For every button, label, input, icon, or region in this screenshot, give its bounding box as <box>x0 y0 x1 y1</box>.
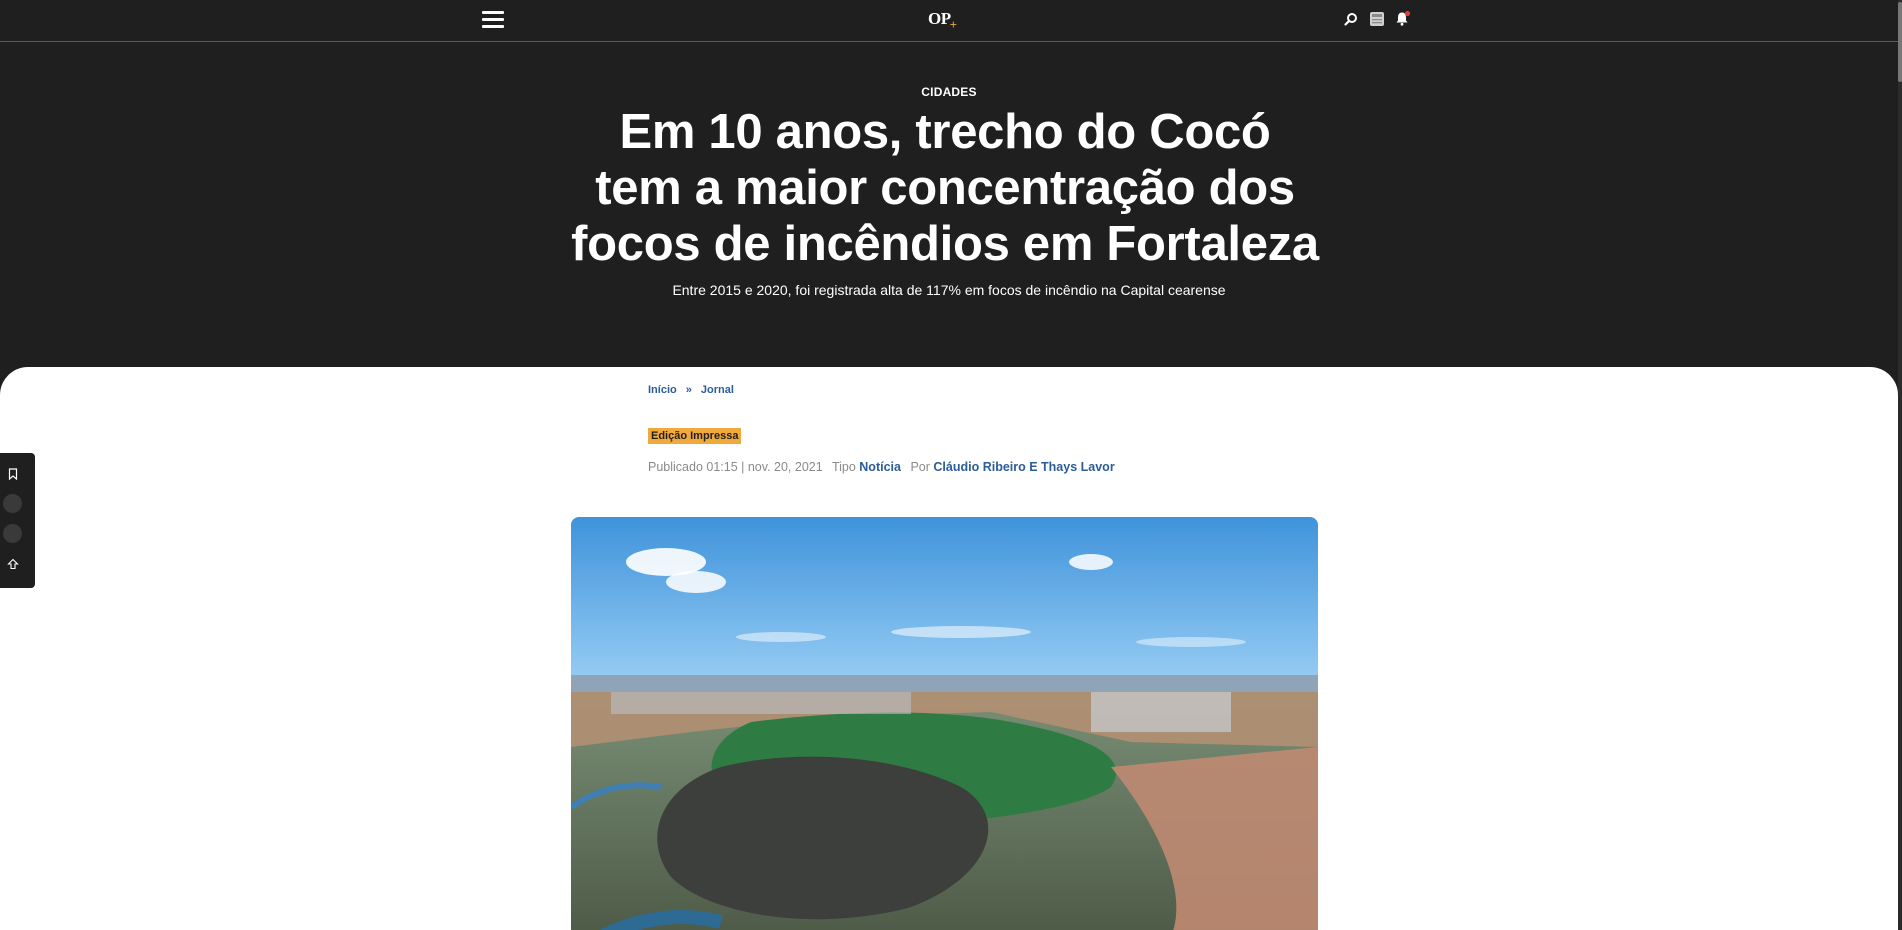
breadcrumb-jornal[interactable]: Jornal <box>701 384 734 396</box>
article-subtitle: Entre 2015 e 2020, foi registrada alta d… <box>672 282 1226 298</box>
search-icon[interactable] <box>1342 10 1359 27</box>
menu-icon[interactable] <box>482 11 504 29</box>
breadcrumb-home[interactable]: Início <box>648 384 677 396</box>
article-hero: CIDADES Em 10 anos, trecho do Cocó tem a… <box>0 42 1898 372</box>
site-logo[interactable]: OP+ <box>928 9 957 32</box>
author-by-label: Por <box>910 460 930 474</box>
type-label: Tipo <box>831 460 856 474</box>
scroll-top-icon[interactable] <box>3 554 22 573</box>
comment-icon[interactable] <box>3 524 22 543</box>
bell-icon[interactable] <box>1394 10 1411 27</box>
section-kicker[interactable]: CIDADES <box>0 85 1898 99</box>
scrollbar-track[interactable] <box>1898 0 1902 930</box>
bookmark-icon[interactable] <box>3 464 22 483</box>
article-lead-image[interactable] <box>571 517 1318 930</box>
published-date: Publicado 01:15 | nov. 20, 2021 <box>648 460 823 474</box>
edition-tag[interactable]: Edição Impressa <box>648 428 742 444</box>
article-meta: Publicado 01:15 | nov. 20, 2021 Tipo Not… <box>648 460 1115 474</box>
author-link[interactable]: Cláudio Ribeiro E Thays Lavor <box>933 460 1114 474</box>
side-toolbar <box>0 453 35 588</box>
nav-actions <box>1342 10 1411 27</box>
article-headline: Em 10 anos, trecho do Cocó tem a maior c… <box>571 105 1319 271</box>
newspaper-icon[interactable] <box>1368 10 1385 27</box>
logo-text: OP <box>928 9 951 28</box>
share-icon[interactable] <box>3 494 22 513</box>
logo-plus: + <box>949 17 957 32</box>
type-value-link[interactable]: Notícia <box>859 460 901 474</box>
breadcrumb: Início » Jornal <box>648 384 734 396</box>
scrollbar-thumb[interactable] <box>1898 2 1902 82</box>
article-content: Início » Jornal Edição Impressa Publicad… <box>0 367 1898 930</box>
top-navbar: OP+ <box>0 0 1898 42</box>
breadcrumb-separator: » <box>685 384 692 396</box>
